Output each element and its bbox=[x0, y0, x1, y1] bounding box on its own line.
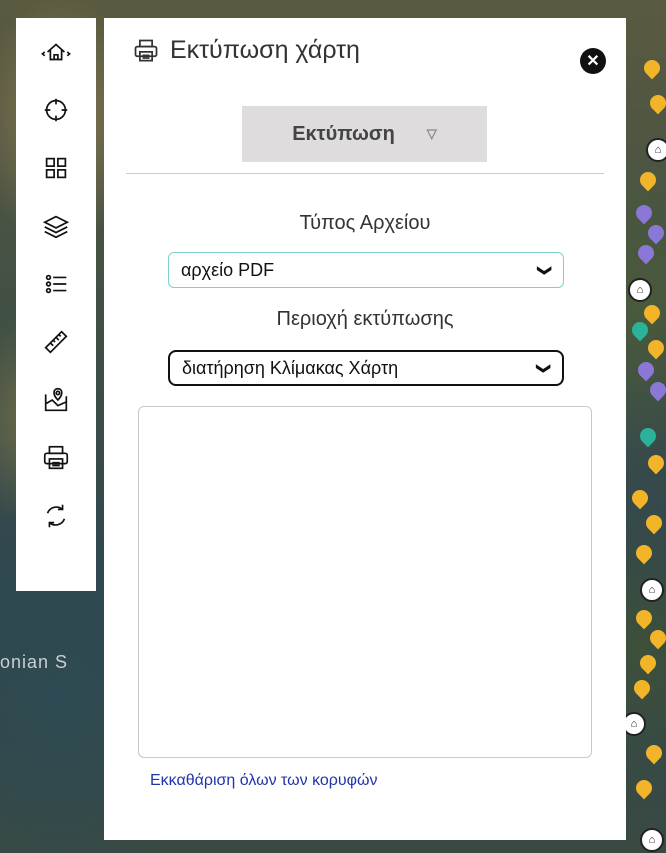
printer-icon bbox=[134, 39, 158, 61]
map-marker[interactable] bbox=[646, 91, 666, 115]
map-marker[interactable] bbox=[634, 241, 658, 265]
map-marker[interactable] bbox=[632, 776, 656, 800]
chevron-down-icon: ▽ bbox=[426, 126, 437, 141]
refresh-button[interactable] bbox=[34, 494, 78, 538]
map-marker[interactable] bbox=[646, 626, 666, 650]
close-icon: ✕ bbox=[586, 53, 600, 70]
print-area-label: Περιοχή εκτύπωσης bbox=[276, 308, 454, 330]
map-marker[interactable] bbox=[634, 358, 658, 382]
divider bbox=[126, 173, 604, 174]
refresh-icon bbox=[46, 504, 66, 528]
map-marker[interactable] bbox=[640, 56, 664, 80]
map-location-button[interactable] bbox=[34, 378, 78, 422]
map-marker[interactable] bbox=[630, 676, 654, 700]
chevron-down-icon: ❯ bbox=[536, 362, 553, 374]
close-button[interactable]: ✕ bbox=[580, 48, 606, 74]
map-marker[interactable] bbox=[636, 168, 660, 192]
map-marker[interactable] bbox=[632, 201, 656, 225]
print-area-value: διατήρηση Κλίμακας Χάρτη bbox=[182, 357, 399, 378]
poi-museum-icon[interactable]: ⌂ bbox=[640, 828, 664, 852]
print-area-select[interactable]: διατήρηση Κλίμακας Χάρτη ❯ bbox=[168, 350, 564, 386]
map-marker[interactable] bbox=[636, 424, 660, 448]
map-marker[interactable] bbox=[644, 451, 666, 475]
file-type-value: αρχείο PDF bbox=[181, 259, 275, 280]
print-panel: Εκτύπωση χάρτη ✕ Εκτύπωση ▽ Τύπος Αρχείο… bbox=[104, 18, 626, 840]
measure-button[interactable] bbox=[34, 320, 78, 364]
map-sea-label: onian S bbox=[0, 652, 69, 672]
map-marker[interactable] bbox=[642, 511, 666, 535]
poi-museum-icon[interactable]: ⌂ bbox=[628, 278, 652, 302]
file-type-select[interactable]: αρχείο PDF ❯ bbox=[168, 252, 564, 288]
panel-title: Εκτύπωση χάρτη bbox=[132, 36, 360, 65]
map-marker[interactable] bbox=[646, 378, 666, 402]
file-type-label: Τύπος Αρχείου bbox=[299, 212, 431, 234]
grid-icon bbox=[45, 157, 67, 179]
locate-button[interactable] bbox=[34, 88, 78, 132]
poi-museum-icon[interactable]: ⌂ bbox=[640, 578, 664, 602]
home-button[interactable] bbox=[34, 30, 78, 74]
print-button[interactable]: Εκτύπωση ▽ bbox=[242, 106, 487, 162]
print-button-label: Εκτύπωση bbox=[292, 122, 395, 145]
home-icon bbox=[41, 43, 71, 61]
map-marker[interactable] bbox=[632, 541, 656, 565]
crosshair-icon bbox=[44, 98, 68, 122]
map-pin-icon bbox=[44, 387, 68, 412]
map-marker[interactable] bbox=[644, 221, 666, 245]
map-marker[interactable] bbox=[644, 336, 666, 360]
map-marker[interactable] bbox=[628, 486, 652, 510]
legend-list-icon bbox=[45, 274, 67, 294]
map-marker[interactable] bbox=[628, 318, 652, 342]
print-tool-button[interactable] bbox=[34, 436, 78, 480]
vertices-textarea[interactable] bbox=[138, 406, 592, 758]
poi-museum-icon[interactable]: ⌂ bbox=[646, 138, 666, 162]
layers-button[interactable] bbox=[34, 204, 78, 248]
map-marker[interactable] bbox=[640, 301, 664, 325]
basemap-gallery-button[interactable] bbox=[34, 146, 78, 190]
map-marker[interactable] bbox=[632, 606, 656, 630]
printer-icon bbox=[43, 445, 69, 470]
map-marker[interactable] bbox=[642, 741, 666, 765]
layers-icon bbox=[42, 215, 70, 239]
legend-button[interactable] bbox=[34, 262, 78, 306]
map-marker[interactable] bbox=[636, 651, 660, 675]
chevron-down-icon: ❯ bbox=[537, 264, 554, 276]
ruler-icon bbox=[44, 330, 68, 354]
map-toolbar bbox=[16, 18, 96, 591]
panel-title-text: Εκτύπωση χάρτη bbox=[170, 36, 360, 64]
clear-vertices-link[interactable]: Εκκαθάριση όλων των κορυφών bbox=[150, 772, 378, 790]
